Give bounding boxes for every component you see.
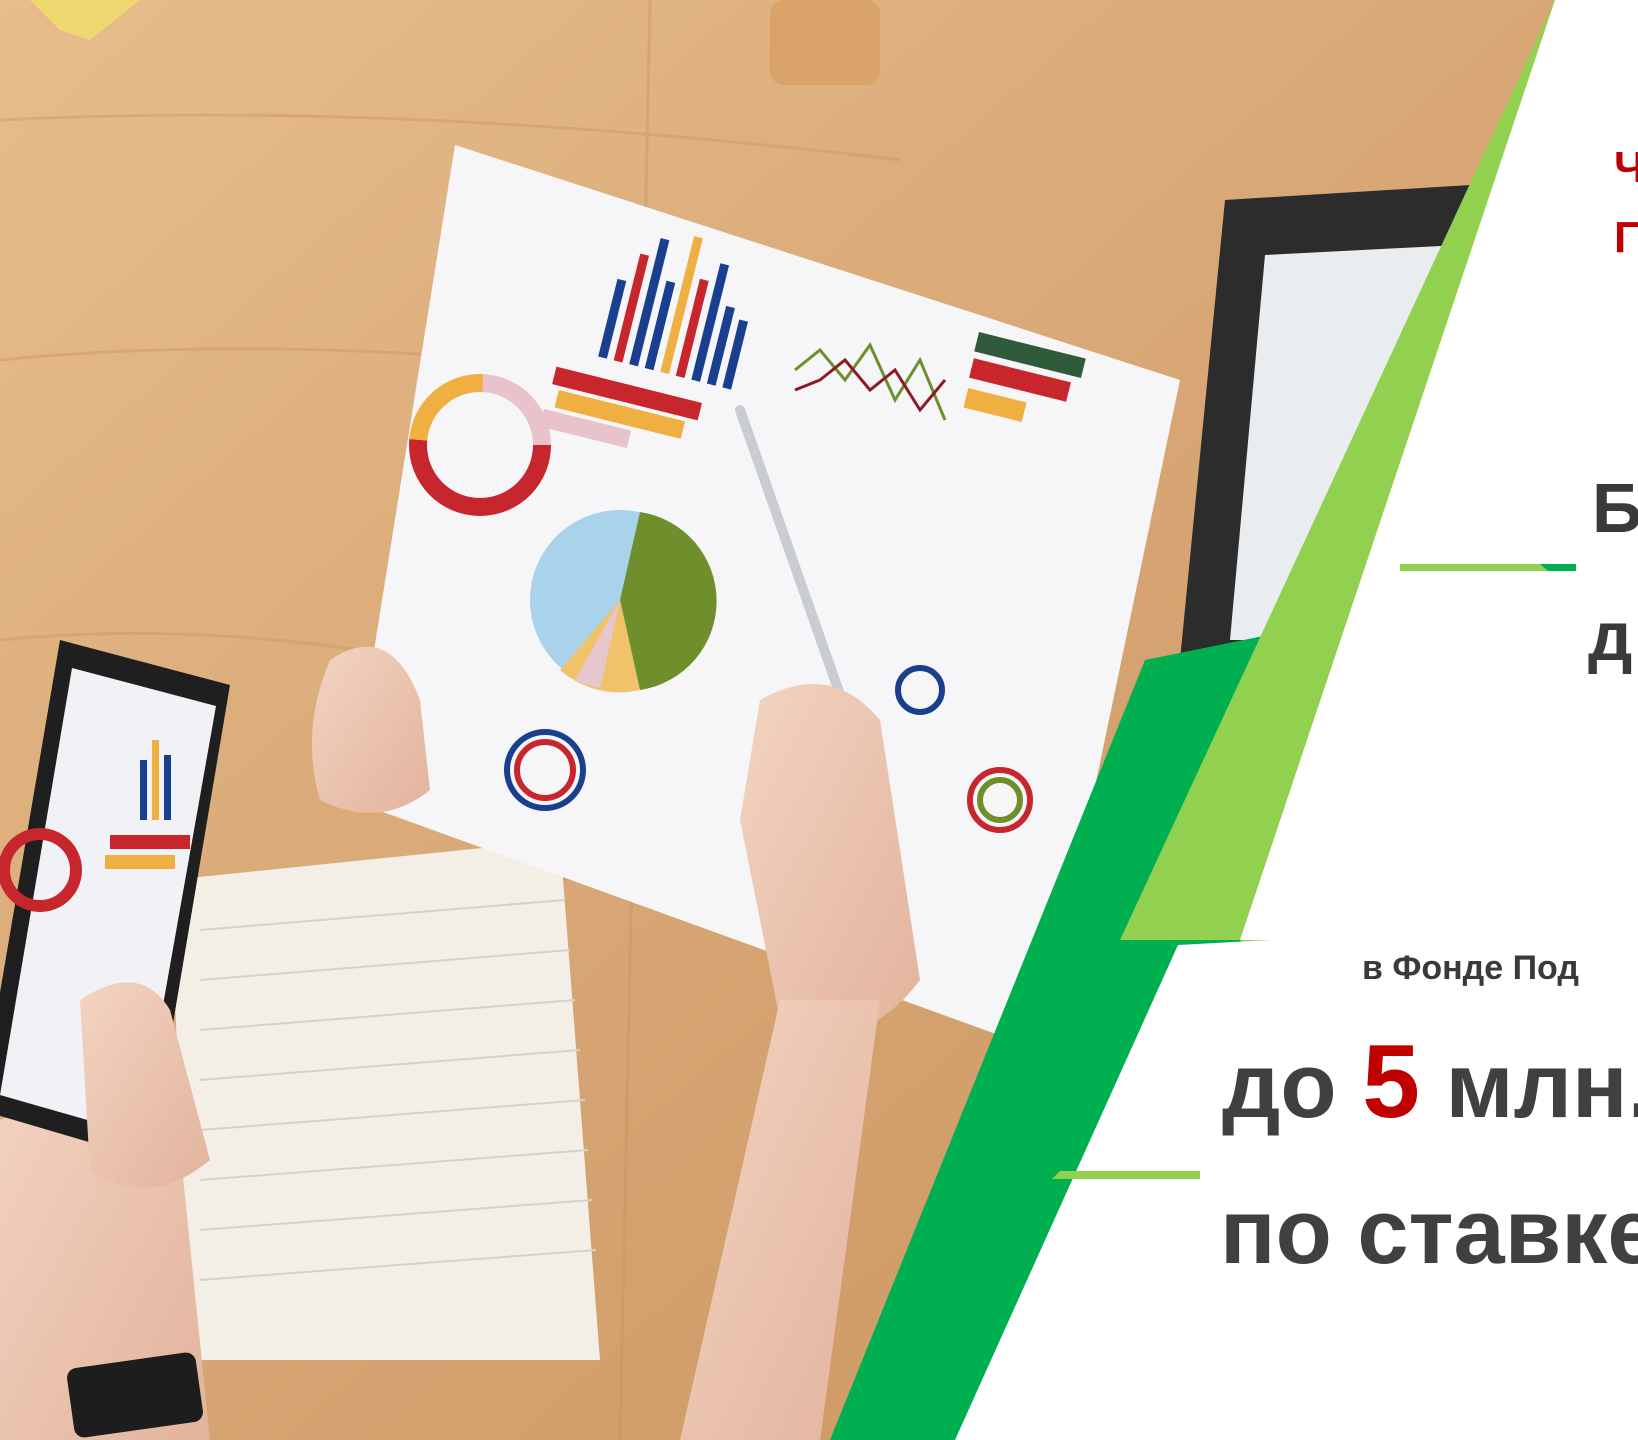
headline-line2: д (1588, 597, 1633, 675)
fund-caption: в Фонде Под (1362, 949, 1579, 987)
red-heading: Ч Г (1614, 140, 1638, 266)
red-heading-line2: Г (1614, 213, 1638, 262)
amount-suffix: млн. (1420, 1035, 1638, 1137)
amount-number: 5 (1362, 1024, 1420, 1140)
promo-banner: Ч Г Б д в Фонде Под до 5 млн. по ставке (0, 0, 1638, 1440)
amount-prefix: до (1222, 1035, 1363, 1137)
upper-white-area (1240, 0, 1638, 940)
loan-amount: до 5 млн. (1222, 1028, 1638, 1140)
headline-line1: Б (1592, 469, 1638, 547)
rate-text: по ставке (1220, 1181, 1638, 1283)
red-heading-line1: Ч (1614, 143, 1638, 192)
accent-line-bottom (1046, 1171, 1200, 1179)
